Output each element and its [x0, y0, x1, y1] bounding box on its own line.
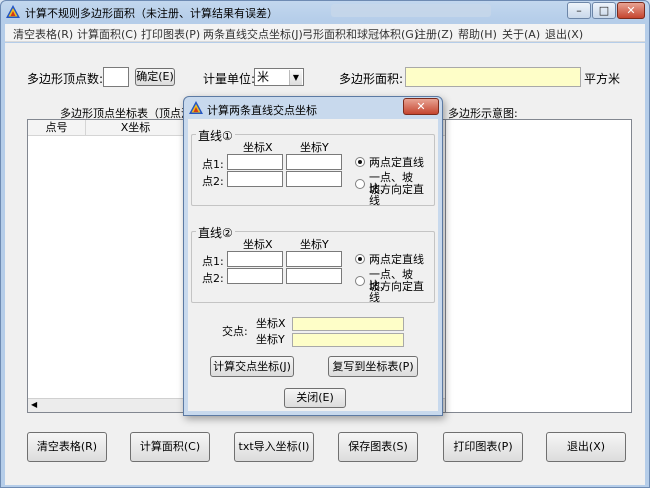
- dialog-app-icon: [189, 101, 203, 114]
- maximize-button[interactable]: □: [592, 2, 616, 19]
- app-triangle-icon: [6, 5, 20, 18]
- dialog-title: 计算两条直线交点坐标: [207, 104, 317, 117]
- line1-p1-x-input[interactable]: [227, 154, 283, 170]
- line1-group: 直线① 坐标X 坐标Y 点1: 点2: 两点定直线 一点、坡比、 坡方向定直线: [191, 127, 435, 206]
- line2-slope-label-2[interactable]: 坡方向定直线: [369, 281, 434, 303]
- unit-label: 计量单位:: [203, 72, 256, 86]
- line1-col-x: 坐标X: [243, 141, 273, 154]
- line2-p2-label: 点2:: [202, 272, 224, 285]
- menu-arc-area[interactable]: 弓形面积和球冠体积(G): [302, 26, 418, 42]
- chevron-down-icon[interactable]: ▼: [289, 70, 302, 85]
- menu-exit[interactable]: 退出(X): [545, 26, 583, 42]
- line1-two-point-label[interactable]: 两点定直线: [369, 157, 424, 168]
- calc-area-button[interactable]: 计算面积(C): [130, 432, 210, 462]
- menu-about[interactable]: 关于(A): [502, 26, 540, 42]
- vertex-count-input[interactable]: [103, 67, 129, 87]
- line2-col-x: 坐标X: [243, 238, 273, 251]
- line1-p1-y-input[interactable]: [286, 154, 342, 170]
- line2-p1-y-input[interactable]: [286, 251, 342, 267]
- print-chart-button[interactable]: 打印图表(P): [443, 432, 523, 462]
- scroll-left-icon[interactable]: ◀: [31, 400, 37, 409]
- unit-select-value: 米: [257, 70, 270, 84]
- minimize-button[interactable]: –: [567, 2, 591, 19]
- line1-col-y: 坐标Y: [300, 141, 329, 154]
- menu-clear-table[interactable]: 清空表格(R): [13, 26, 73, 42]
- menu-calc-area[interactable]: 计算面积(C): [77, 26, 137, 42]
- intersection-x-label: 坐标X: [256, 317, 286, 330]
- save-chart-button[interactable]: 保存图表(S): [338, 432, 418, 462]
- line2-slope-radio[interactable]: [355, 276, 365, 286]
- blurred-region: [331, 4, 491, 17]
- line2-p2-y-input[interactable]: [286, 268, 342, 284]
- copy-to-table-button[interactable]: 复写到坐标表(P): [328, 356, 418, 377]
- window-title: 计算不规则多边形面积（未注册、计算结果有误差）: [25, 7, 278, 20]
- line2-two-point-label[interactable]: 两点定直线: [369, 254, 424, 265]
- menu-print-chart[interactable]: 打印图表(P): [141, 26, 200, 42]
- line2-group: 直线② 坐标X 坐标Y 点1: 点2: 两点定直线 一点、坡比、 坡方向定直线: [191, 224, 435, 303]
- line2-col-y: 坐标Y: [300, 238, 329, 251]
- line1-p2-y-input[interactable]: [286, 171, 342, 187]
- calc-intersection-button[interactable]: 计算交点坐标(J): [210, 356, 294, 377]
- column-header-x[interactable]: X坐标: [86, 120, 186, 136]
- line1-p2-x-input[interactable]: [227, 171, 283, 187]
- close-button[interactable]: ✕: [617, 2, 645, 19]
- column-header-point[interactable]: 点号: [28, 120, 86, 136]
- dialog-close-button[interactable]: 关闭(E): [284, 388, 346, 408]
- line2-two-point-radio[interactable]: [355, 254, 365, 264]
- line2-title: 直线②: [196, 224, 235, 241]
- exit-button[interactable]: 退出(X): [546, 432, 626, 462]
- line1-p1-label: 点1:: [202, 158, 224, 171]
- area-label: 多边形面积:: [339, 72, 404, 86]
- confirm-button[interactable]: 确定(E): [135, 68, 175, 86]
- import-txt-button[interactable]: txt导入坐标(I): [234, 432, 314, 462]
- area-output[interactable]: [405, 67, 581, 87]
- menu-register[interactable]: 注册(Z): [415, 26, 453, 42]
- title-bar: 计算不规则多边形面积（未注册、计算结果有误差） – □ ✕: [1, 1, 649, 23]
- menu-help[interactable]: 帮助(H): [458, 26, 497, 42]
- menu-line-intersection[interactable]: 两条直线交点坐标(J): [203, 26, 303, 42]
- unit-select[interactable]: 米 ▼: [254, 68, 304, 86]
- menu-bar: 清空表格(R) 计算面积(C) 打印图表(P) 两条直线交点坐标(J) 弓形面积…: [5, 24, 645, 42]
- intersection-dialog: 计算两条直线交点坐标 ✕ 直线① 坐标X 坐标Y 点1: 点2: 两点定直线 一…: [183, 96, 443, 416]
- intersection-y-label: 坐标Y: [256, 333, 285, 346]
- clear-table-button[interactable]: 清空表格(R): [27, 432, 107, 462]
- intersection-x-output[interactable]: [292, 317, 404, 331]
- line2-p2-x-input[interactable]: [227, 268, 283, 284]
- line2-p1-label: 点1:: [202, 255, 224, 268]
- vertex-count-label: 多边形顶点数:: [27, 72, 104, 86]
- line1-p2-label: 点2:: [202, 175, 224, 188]
- intersection-label: 交点:: [222, 325, 248, 338]
- intersection-y-output[interactable]: [292, 333, 404, 347]
- dialog-close-x-button[interactable]: ✕: [403, 98, 439, 115]
- polygon-diagram-canvas: [445, 119, 632, 413]
- area-unit-label: 平方米: [584, 72, 621, 86]
- line2-p1-x-input[interactable]: [227, 251, 283, 267]
- line1-slope-radio[interactable]: [355, 179, 365, 189]
- dialog-client-area: 直线① 坐标X 坐标Y 点1: 点2: 两点定直线 一点、坡比、 坡方向定直线 …: [188, 119, 438, 411]
- line1-two-point-radio[interactable]: [355, 157, 365, 167]
- line1-title: 直线①: [196, 127, 235, 144]
- line1-slope-label-2[interactable]: 坡方向定直线: [369, 184, 434, 206]
